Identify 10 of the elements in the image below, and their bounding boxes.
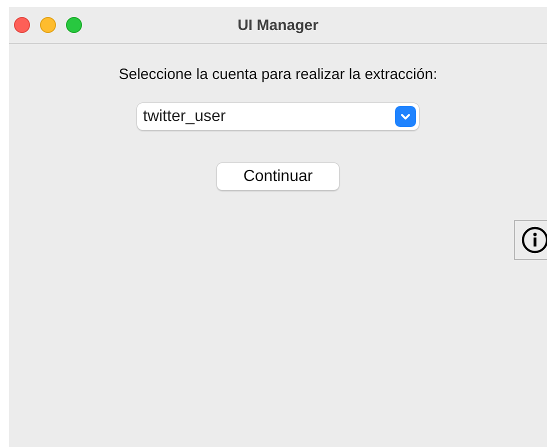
info-icon <box>521 226 547 254</box>
account-dropdown[interactable]: twitter_user <box>137 103 419 130</box>
prompt-text: Seleccione la cuenta para realizar la extracción: <box>118 66 438 83</box>
continue-button[interactable]: Continuar <box>217 163 339 190</box>
maximize-button[interactable] <box>66 17 82 33</box>
info-button[interactable] <box>514 220 547 260</box>
minimize-button[interactable] <box>40 17 56 33</box>
chevron-down-icon <box>395 106 416 127</box>
window-title: UI Manager <box>238 16 318 34</box>
close-button[interactable] <box>14 17 30 33</box>
